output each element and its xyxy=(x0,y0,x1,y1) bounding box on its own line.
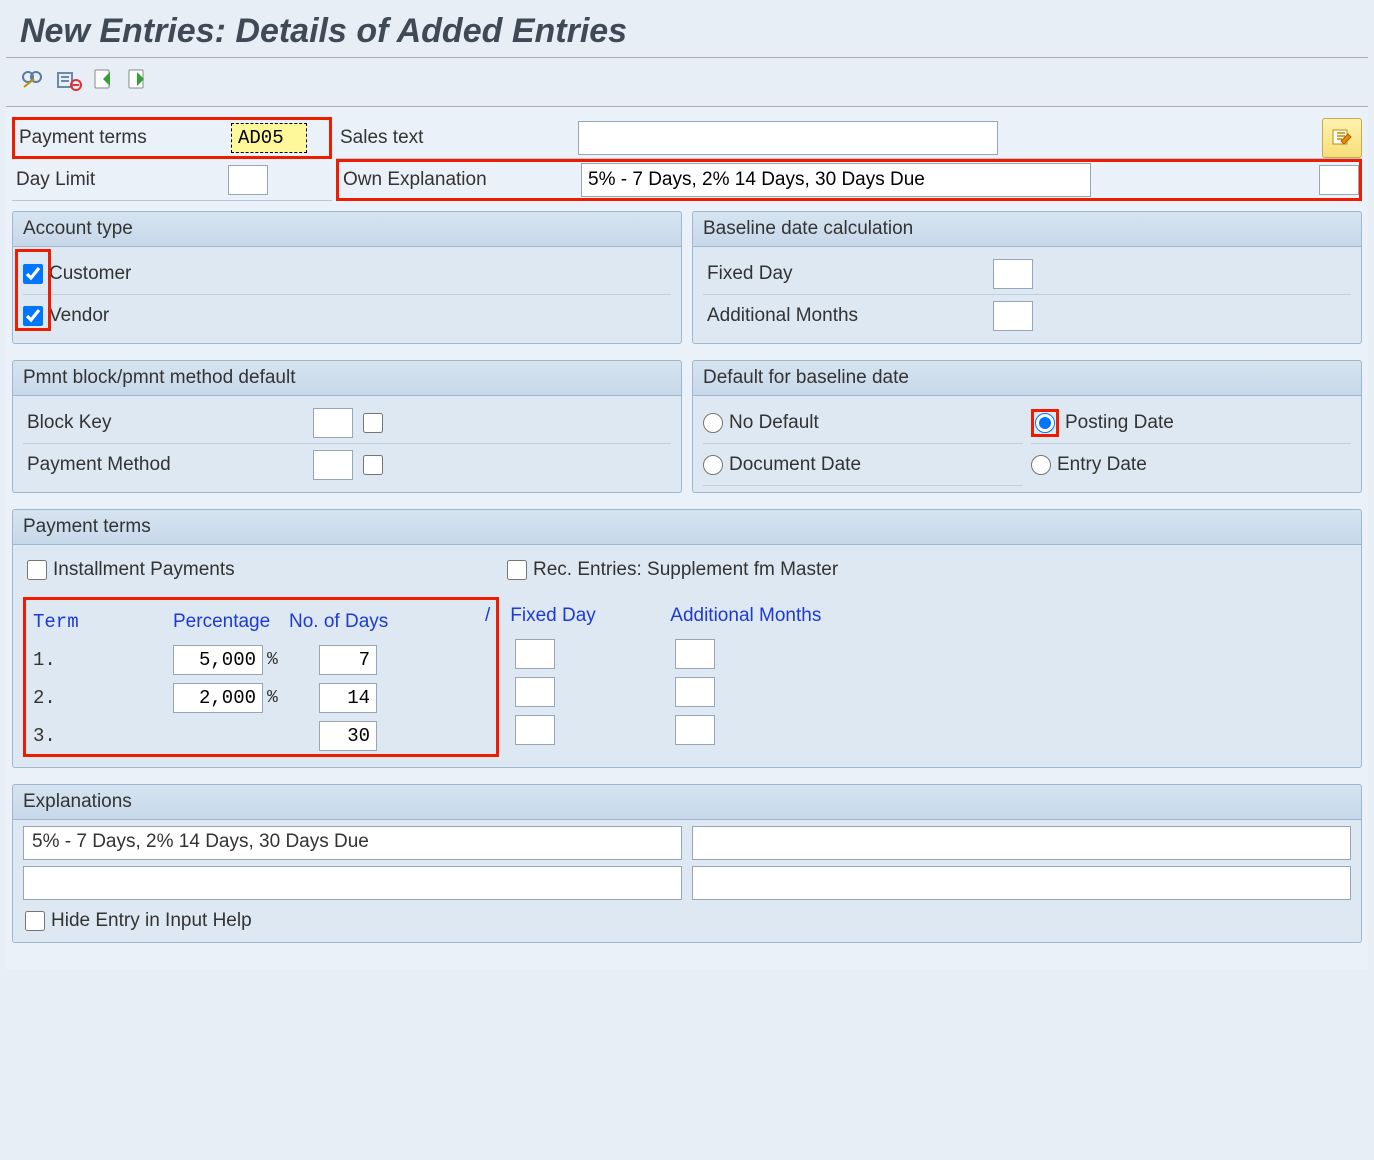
payment-method-input[interactable] xyxy=(313,450,353,480)
payment-terms-label: Payment terms xyxy=(15,127,231,149)
term-3-addm[interactable] xyxy=(675,715,715,745)
term-row-2: 2. % xyxy=(33,679,449,717)
entry-date-label: Entry Date xyxy=(1057,454,1147,476)
payment-terms-title: Payment terms xyxy=(13,510,1361,545)
block-key-checkbox[interactable] xyxy=(363,413,383,433)
explanations-panel: Explanations 5% - 7 Days, 2% 14 Days, 30… xyxy=(12,784,1362,943)
baseline-default-panel: Default for baseline date No Default Pos… xyxy=(692,360,1362,493)
sales-text-input[interactable] xyxy=(578,121,998,155)
term-2-days[interactable] xyxy=(319,683,377,713)
customer-checkbox[interactable] xyxy=(23,264,43,284)
own-explanation-label: Own Explanation xyxy=(339,169,571,191)
payment-method-label: Payment Method xyxy=(23,454,313,476)
term-3-days[interactable] xyxy=(319,721,377,751)
document-date-radio[interactable] xyxy=(703,455,723,475)
posting-date-label: Posting Date xyxy=(1065,412,1174,434)
explanation-1-right[interactable] xyxy=(692,826,1351,860)
vendor-label: Vendor xyxy=(49,305,109,327)
next-entry-icon[interactable] xyxy=(126,68,150,92)
day-limit-label: Day Limit xyxy=(12,169,228,191)
th-days: No. of Days xyxy=(289,611,388,633)
term-2-addm[interactable] xyxy=(675,677,715,707)
baseline-default-title: Default for baseline date xyxy=(693,361,1361,396)
term-1-days[interactable] xyxy=(319,645,377,675)
pmnt-block-title: Pmnt block/pmnt method default xyxy=(13,361,681,396)
term-2-num: 2. xyxy=(33,687,56,709)
posting-date-radio[interactable] xyxy=(1035,413,1055,433)
explanations-title: Explanations xyxy=(13,785,1361,820)
no-default-radio[interactable] xyxy=(703,413,723,433)
term-1-fixed[interactable] xyxy=(515,639,555,669)
slash-label: / xyxy=(485,605,490,627)
prev-entry-icon[interactable] xyxy=(92,68,116,92)
long-text-button[interactable] xyxy=(1322,118,1362,158)
term-row-1: 1. % xyxy=(33,641,449,679)
term-1-num: 1. xyxy=(33,649,56,671)
sales-text-row: Sales text xyxy=(336,117,1362,159)
explanation-2-left[interactable] xyxy=(23,866,682,900)
pmnt-block-panel: Pmnt block/pmnt method default Block Key… xyxy=(12,360,682,493)
term-2-pct[interactable] xyxy=(173,683,263,713)
entry-date-radio[interactable] xyxy=(1031,455,1051,475)
vendor-checkbox[interactable] xyxy=(23,306,43,326)
account-type-title: Account type xyxy=(13,212,681,247)
payment-terms-panel: Payment terms Installment Payments Rec. … xyxy=(12,509,1362,768)
hide-entry-label: Hide Entry in Input Help xyxy=(51,910,252,932)
own-explanation-row: Own Explanation xyxy=(336,159,1362,201)
additional-months-label: Additional Months xyxy=(703,305,993,327)
sales-text-label: Sales text xyxy=(336,127,568,149)
explanation-1-left[interactable]: 5% - 7 Days, 2% 14 Days, 30 Days Due xyxy=(23,826,682,860)
term-1-pct[interactable] xyxy=(173,645,263,675)
rec-entries-label: Rec. Entries: Supplement fm Master xyxy=(533,559,838,581)
th-fixed-day: Fixed Day xyxy=(510,605,650,627)
customer-label: Customer xyxy=(49,263,131,285)
block-key-input[interactable] xyxy=(313,408,353,438)
fixed-day-label: Fixed Day xyxy=(703,263,993,285)
payment-terms-field-row: Payment terms xyxy=(12,117,332,159)
percent-2: % xyxy=(267,688,278,708)
no-default-label: No Default xyxy=(729,412,819,434)
own-explanation-extra-input[interactable] xyxy=(1319,165,1359,195)
percent-1: % xyxy=(267,650,278,670)
term-2-fixed[interactable] xyxy=(515,677,555,707)
th-percentage: Percentage xyxy=(173,611,270,633)
customer-row: Customer xyxy=(23,253,671,295)
day-limit-field-row: Day Limit xyxy=(12,159,332,201)
page-title: New Entries: Details of Added Entries xyxy=(20,12,1354,51)
term-3-fixed[interactable] xyxy=(515,715,555,745)
term-row-3: 3. xyxy=(33,717,449,755)
fixed-day-input[interactable] xyxy=(993,259,1033,289)
explanation-2-right[interactable] xyxy=(692,866,1351,900)
payment-method-checkbox[interactable] xyxy=(363,455,383,475)
hide-entry-checkbox[interactable] xyxy=(25,911,45,931)
term-1-addm[interactable] xyxy=(675,639,715,669)
installment-label: Installment Payments xyxy=(53,559,235,581)
baseline-calc-panel: Baseline date calculation Fixed Day Addi… xyxy=(692,211,1362,344)
delimit-icon[interactable] xyxy=(56,69,82,91)
title-bar: New Entries: Details of Added Entries xyxy=(6,6,1368,58)
display-toggle-icon[interactable] xyxy=(20,69,46,91)
payment-terms-input[interactable] xyxy=(231,123,307,153)
rec-entries-checkbox[interactable] xyxy=(507,560,527,580)
account-type-panel: Account type Customer Vendor xyxy=(12,211,682,344)
installment-checkbox[interactable] xyxy=(27,560,47,580)
toolbar xyxy=(6,58,1368,107)
day-limit-input[interactable] xyxy=(228,165,268,195)
th-term: Term xyxy=(33,611,79,633)
vendor-row: Vendor xyxy=(23,295,671,337)
baseline-calc-title: Baseline date calculation xyxy=(693,212,1361,247)
block-key-label: Block Key xyxy=(23,412,313,434)
th-add-months: Additional Months xyxy=(670,605,821,627)
additional-months-input[interactable] xyxy=(993,301,1033,331)
term-3-num: 3. xyxy=(33,725,56,747)
own-explanation-input[interactable] xyxy=(581,163,1091,197)
document-date-label: Document Date xyxy=(729,454,861,476)
